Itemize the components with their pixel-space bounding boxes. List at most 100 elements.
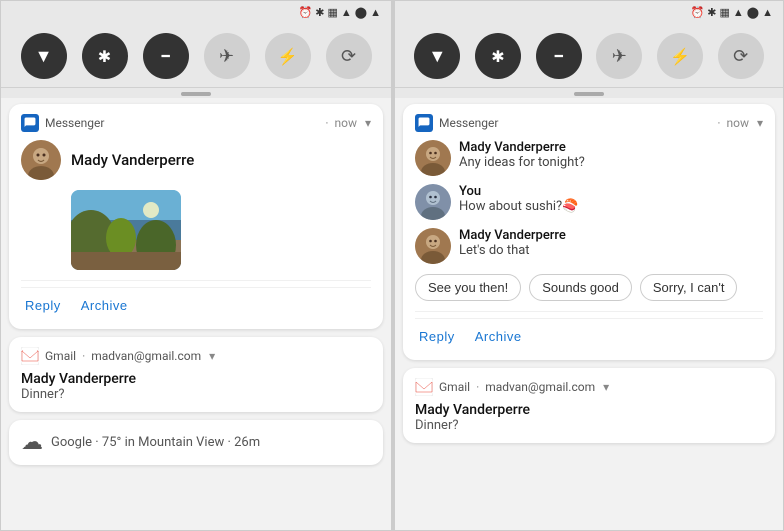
gmail-chevron-left: ▾	[209, 349, 215, 363]
messenger-app-name-r: Messenger	[439, 116, 711, 130]
airplane-toggle[interactable]: ✈	[204, 33, 250, 79]
archive-button-right[interactable]: Archive	[471, 323, 526, 350]
left-status-icons: ⏰ ✱ ▦ ▲ ⬤ ▲	[299, 6, 381, 19]
message-text-3: Let's do that	[459, 243, 763, 258]
left-gmail-notification: Gmail · madvan@gmail.com ▾ Mady Vanderpe…	[9, 337, 383, 412]
bluetooth-toggle[interactable]: ✱	[82, 33, 128, 79]
dnd-icon-btn-r: −	[553, 44, 564, 68]
scroll-pill	[181, 92, 211, 96]
gmail-chevron-right: ▾	[603, 380, 609, 394]
smart-reply-1[interactable]: Sounds good	[529, 274, 632, 301]
dot-separator-r: ·	[717, 116, 720, 130]
messenger-header-r: Messenger · now ▾	[415, 114, 763, 132]
message-sender-2: You	[459, 184, 763, 199]
left-notifications-area: Messenger · now ▾ Mady	[1, 98, 391, 530]
messenger-app-icon-r	[415, 114, 433, 132]
gmail-header-left: Gmail · madvan@gmail.com ▾	[21, 347, 371, 365]
right-messenger-notification: Messenger · now ▾	[403, 104, 775, 360]
gmail-icon-right	[415, 378, 433, 396]
dnd-icon: −	[160, 44, 171, 68]
smart-reply-0[interactable]: See you then!	[415, 274, 521, 301]
signal-icon: ▦	[328, 6, 338, 19]
chevron-down-icon-r: ▾	[757, 116, 763, 130]
flashlight-toggle-r[interactable]: ⚡	[657, 33, 703, 79]
bluetooth-icon: ✱	[98, 47, 111, 66]
gmail-icon-left	[21, 347, 39, 365]
bluetooth-icon: ✱	[315, 6, 324, 19]
airplane-toggle-r[interactable]: ✈	[596, 33, 642, 79]
gmail-subject-right: Dinner?	[415, 418, 763, 433]
flashlight-icon-btn-r: ⚡	[670, 47, 690, 66]
bluetooth-icon-r: ✱	[707, 6, 716, 19]
messenger-actions-right: Reply Archive	[415, 318, 763, 350]
wifi-icon: ▲	[341, 6, 352, 19]
gmail-email-right: madvan@gmail.com	[485, 380, 595, 394]
messenger-app-name: Messenger	[45, 116, 319, 130]
rotate-icon: ⟳	[341, 46, 356, 67]
wifi-icon-btn-r: ▼	[428, 46, 446, 67]
bluetooth-toggle-r[interactable]: ✱	[475, 33, 521, 79]
avatar-you-thread	[415, 184, 451, 220]
battery-icon: ⬤	[355, 6, 367, 19]
message-row-3: Mady Vanderperre Let's do that	[415, 228, 763, 264]
scroll-pill-r	[574, 92, 604, 96]
smart-reply-2[interactable]: Sorry, I can't	[640, 274, 738, 301]
dot3: ·	[476, 380, 479, 394]
wifi-toggle[interactable]: ▼	[21, 33, 67, 79]
left-status-bar: ⏰ ✱ ▦ ▲ ⬤ ▲	[1, 1, 391, 23]
reply-button-left[interactable]: Reply	[21, 292, 65, 319]
rotate-toggle[interactable]: ⟳	[326, 33, 372, 79]
alarm-icon-r: ⏰	[691, 6, 705, 19]
gmail-app-name-right: Gmail	[439, 380, 470, 394]
dot-separator: ·	[325, 116, 328, 130]
google-notif-text: Google · 75° in Mountain View · 26m	[51, 435, 260, 450]
signal-icon-r: ▦	[720, 6, 730, 19]
messenger-actions-left: Reply Archive	[21, 287, 371, 319]
wifi-icon-r: ▲	[733, 6, 744, 19]
message-image	[71, 190, 181, 270]
avatar-mady-thread2	[415, 228, 451, 264]
messenger-time: now	[334, 116, 357, 130]
wifi-icon: ▼	[35, 46, 53, 67]
cloud-icon: ☁	[21, 430, 43, 455]
message-row-2: You How about sushi?🍣	[415, 184, 763, 220]
gmail-app-name-left: Gmail	[45, 349, 76, 363]
messenger-time-r: now	[726, 116, 749, 130]
left-phone-panel: ⏰ ✱ ▦ ▲ ⬤ ▲ ▼ ✱ − ✈ ⚡ ⟳	[0, 0, 392, 531]
gmail-subject-left: Dinner?	[21, 387, 371, 402]
chevron-down-icon: ▾	[365, 116, 371, 130]
action-divider-r	[415, 311, 763, 312]
flashlight-icon: ⚡	[278, 47, 298, 66]
action-divider	[21, 280, 371, 281]
message-content-2: You How about sushi?🍣	[459, 184, 763, 214]
flashlight-toggle[interactable]: ⚡	[265, 33, 311, 79]
right-notifications-area: Messenger · now ▾	[395, 98, 783, 530]
wifi-toggle-r[interactable]: ▼	[414, 33, 460, 79]
right-gmail-notification: Gmail · madvan@gmail.com ▾ Mady Vanderpe…	[403, 368, 775, 443]
right-status-icons: ⏰ ✱ ▦ ▲ ⬤ ▲	[691, 6, 773, 19]
message-content-1: Mady Vanderperre Any ideas for tonight?	[459, 140, 763, 170]
right-phone-panel: ⏰ ✱ ▦ ▲ ⬤ ▲ ▼ ✱ − ✈ ⚡ ⟳	[392, 0, 784, 531]
bluetooth-icon-btn-r: ✱	[491, 47, 504, 66]
left-messenger-notification: Messenger · now ▾ Mady	[9, 104, 383, 329]
messenger-header: Messenger · now ▾	[21, 114, 371, 132]
avatar-mady-thread	[415, 140, 451, 176]
dnd-toggle[interactable]: −	[143, 33, 189, 79]
message-row-1: Mady Vanderperre Any ideas for tonight?	[415, 140, 763, 176]
gmail-sender-left: Mady Vanderperre	[21, 371, 371, 387]
arrow-icon: ▲	[370, 6, 381, 19]
archive-button-left[interactable]: Archive	[77, 292, 132, 319]
left-google-notification: ☁ Google · 75° in Mountain View · 26m	[9, 420, 383, 465]
dnd-toggle-r[interactable]: −	[536, 33, 582, 79]
messenger-app-icon	[21, 114, 39, 132]
rotate-toggle-r[interactable]: ⟳	[718, 33, 764, 79]
gmail-email-left: madvan@gmail.com	[91, 349, 201, 363]
reply-button-right[interactable]: Reply	[415, 323, 459, 350]
message-thread: Mady Vanderperre Any ideas for tonight?	[415, 140, 763, 264]
dot2: ·	[82, 349, 85, 363]
message-sender-3: Mady Vanderperre	[459, 228, 763, 243]
message-text-1: Any ideas for tonight?	[459, 155, 763, 170]
messenger-sender-name: Mady Vanderperre	[71, 151, 194, 169]
message-content-3: Mady Vanderperre Let's do that	[459, 228, 763, 258]
airplane-icon: ✈	[219, 46, 234, 67]
